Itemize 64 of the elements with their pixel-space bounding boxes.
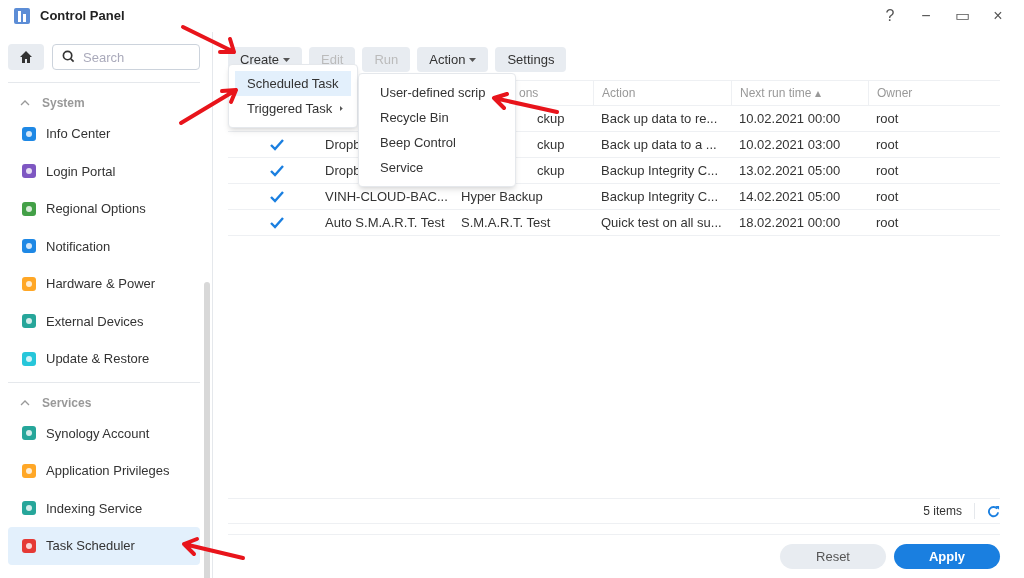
section-header: Services — [42, 394, 92, 412]
table-cell: Auto S.M.A.R.T. Test — [325, 214, 445, 230]
annotation-arrow — [180, 24, 238, 56]
table-cell: root — [876, 136, 899, 152]
scrollbar[interactable] — [204, 282, 210, 578]
sidebar-item[interactable]: Application Privileges — [8, 452, 200, 490]
sidebar-item[interactable]: Hardware & Power — [8, 265, 200, 303]
table-cell: 18.02.2021 00:00 — [739, 214, 841, 230]
sidebar-item[interactable]: Login Portal — [8, 152, 200, 190]
table-cell: ckup — [537, 110, 565, 126]
sidebar-item[interactable]: Notification — [8, 227, 200, 265]
menu-item[interactable]: Beep Control — [359, 130, 515, 155]
table-cell: 10.02.2021 03:00 — [739, 136, 841, 152]
section-header: System — [42, 95, 85, 112]
table-cell: 14.02.2021 05:00 — [739, 188, 841, 204]
sidebar-item[interactable]: Task Scheduler — [8, 527, 200, 565]
sidebar-item[interactable]: Regional Options — [8, 190, 200, 228]
table-cell: root — [876, 188, 899, 204]
sidebar-item[interactable]: Indexing Service — [8, 489, 200, 527]
table-cell: ckup — [537, 162, 565, 178]
window-title: Control Panel — [40, 7, 125, 26]
table-cell: root — [876, 162, 899, 178]
item-count: 5 items — [923, 503, 962, 520]
table-cell: 13.02.2021 05:00 — [739, 162, 841, 178]
apply-button[interactable]: Apply — [894, 544, 1000, 569]
annotation-arrow — [180, 536, 246, 562]
collapse-caret-icon[interactable] — [20, 399, 30, 406]
table-cell: root — [876, 110, 899, 126]
app-icon — [12, 6, 32, 26]
table-cell: Hyper Backup — [461, 188, 543, 204]
home-button[interactable] — [8, 44, 44, 70]
sidebar-item[interactable]: Synology Account — [8, 414, 200, 452]
table-cell: Back up data to re... — [601, 110, 718, 126]
sidebar-item[interactable]: Info Center — [8, 115, 200, 153]
table-cell: 10.02.2021 00:00 — [739, 110, 841, 126]
menu-item[interactable]: Recycle Bin — [359, 105, 515, 130]
table-cell: root — [876, 214, 899, 230]
toolbar-button[interactable]: Action — [417, 47, 489, 72]
annotation-arrow — [178, 86, 240, 126]
annotation-arrow — [490, 92, 560, 116]
window-control[interactable]: ▭ — [948, 4, 976, 28]
table-cell: Backup Integrity C... — [601, 162, 719, 178]
table-cell: Back up data to a ... — [601, 136, 717, 152]
collapse-caret-icon[interactable] — [20, 100, 30, 106]
table-cell: Backup Integrity C... — [601, 188, 719, 204]
search-field[interactable]: Search — [52, 44, 200, 70]
table-cell: Quick test on all su... — [601, 214, 722, 230]
search-icon — [62, 50, 75, 63]
submenu-caret-icon — [340, 105, 343, 112]
sidebar-item[interactable]: Update & Restore — [8, 340, 200, 378]
home-icon — [19, 50, 33, 64]
menu-item[interactable]: Scheduled Task — [235, 71, 351, 96]
window-control[interactable]: ? — [876, 4, 904, 28]
table-cell: ckup — [537, 136, 565, 152]
menu-item[interactable]: User-defined scrip — [359, 80, 515, 105]
reset-button[interactable]: Reset — [780, 544, 886, 569]
window-control[interactable]: − — [912, 4, 940, 28]
sidebar-item[interactable]: External Devices — [8, 302, 200, 340]
window-control[interactable]: × — [984, 4, 1012, 28]
table-cell: VINH-CLOUD-BAC... — [325, 188, 448, 204]
table-cell: S.M.A.R.T. Test — [461, 214, 551, 230]
menu-item[interactable]: Service — [359, 155, 515, 180]
menu-item[interactable]: Triggered Task — [235, 96, 351, 121]
toolbar-button[interactable]: Settings — [495, 47, 567, 72]
